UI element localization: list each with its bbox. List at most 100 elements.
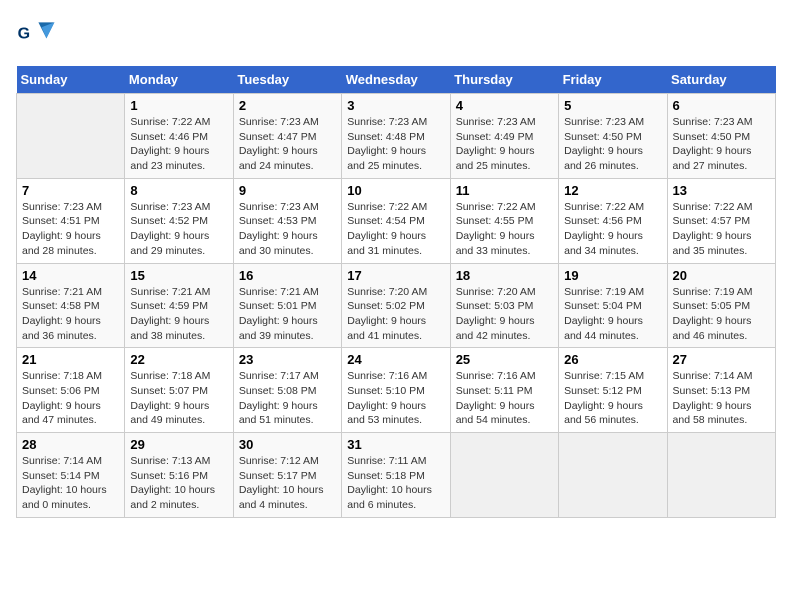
day-number: 19 [564, 268, 661, 283]
day-detail: Sunrise: 7:23 AM Sunset: 4:50 PM Dayligh… [673, 115, 770, 174]
day-number: 26 [564, 352, 661, 367]
calendar-cell: 11 Sunrise: 7:22 AM Sunset: 4:55 PM Dayl… [450, 178, 558, 263]
day-detail: Sunrise: 7:11 AM Sunset: 5:18 PM Dayligh… [347, 454, 444, 513]
svg-text:G: G [18, 25, 30, 42]
day-detail: Sunrise: 7:22 AM Sunset: 4:56 PM Dayligh… [564, 200, 661, 259]
day-header-friday: Friday [559, 66, 667, 94]
day-header-wednesday: Wednesday [342, 66, 450, 94]
calendar-cell: 26 Sunrise: 7:15 AM Sunset: 5:12 PM Dayl… [559, 348, 667, 433]
logo-icon: G [16, 16, 56, 56]
day-number: 29 [130, 437, 227, 452]
day-number: 22 [130, 352, 227, 367]
day-header-monday: Monday [125, 66, 233, 94]
week-row-4: 21 Sunrise: 7:18 AM Sunset: 5:06 PM Dayl… [17, 348, 776, 433]
calendar-cell: 31 Sunrise: 7:11 AM Sunset: 5:18 PM Dayl… [342, 433, 450, 518]
day-detail: Sunrise: 7:14 AM Sunset: 5:14 PM Dayligh… [22, 454, 119, 513]
calendar-cell: 18 Sunrise: 7:20 AM Sunset: 5:03 PM Dayl… [450, 263, 558, 348]
calendar-cell: 16 Sunrise: 7:21 AM Sunset: 5:01 PM Dayl… [233, 263, 341, 348]
calendar-cell: 5 Sunrise: 7:23 AM Sunset: 4:50 PM Dayli… [559, 94, 667, 179]
day-number: 30 [239, 437, 336, 452]
day-detail: Sunrise: 7:22 AM Sunset: 4:46 PM Dayligh… [130, 115, 227, 174]
day-number: 17 [347, 268, 444, 283]
calendar-cell [559, 433, 667, 518]
day-detail: Sunrise: 7:14 AM Sunset: 5:13 PM Dayligh… [673, 369, 770, 428]
day-detail: Sunrise: 7:12 AM Sunset: 5:17 PM Dayligh… [239, 454, 336, 513]
day-detail: Sunrise: 7:20 AM Sunset: 5:02 PM Dayligh… [347, 285, 444, 344]
day-number: 13 [673, 183, 770, 198]
day-number: 27 [673, 352, 770, 367]
day-number: 6 [673, 98, 770, 113]
day-detail: Sunrise: 7:23 AM Sunset: 4:49 PM Dayligh… [456, 115, 553, 174]
day-detail: Sunrise: 7:17 AM Sunset: 5:08 PM Dayligh… [239, 369, 336, 428]
calendar-cell: 29 Sunrise: 7:13 AM Sunset: 5:16 PM Dayl… [125, 433, 233, 518]
calendar-cell: 24 Sunrise: 7:16 AM Sunset: 5:10 PM Dayl… [342, 348, 450, 433]
day-detail: Sunrise: 7:23 AM Sunset: 4:53 PM Dayligh… [239, 200, 336, 259]
week-row-3: 14 Sunrise: 7:21 AM Sunset: 4:58 PM Dayl… [17, 263, 776, 348]
day-detail: Sunrise: 7:23 AM Sunset: 4:51 PM Dayligh… [22, 200, 119, 259]
day-number: 4 [456, 98, 553, 113]
day-number: 12 [564, 183, 661, 198]
day-header-sunday: Sunday [17, 66, 125, 94]
day-detail: Sunrise: 7:18 AM Sunset: 5:06 PM Dayligh… [22, 369, 119, 428]
day-number: 23 [239, 352, 336, 367]
day-detail: Sunrise: 7:19 AM Sunset: 5:05 PM Dayligh… [673, 285, 770, 344]
calendar-cell: 2 Sunrise: 7:23 AM Sunset: 4:47 PM Dayli… [233, 94, 341, 179]
day-detail: Sunrise: 7:23 AM Sunset: 4:52 PM Dayligh… [130, 200, 227, 259]
day-number: 25 [456, 352, 553, 367]
calendar-cell: 28 Sunrise: 7:14 AM Sunset: 5:14 PM Dayl… [17, 433, 125, 518]
calendar-table: SundayMondayTuesdayWednesdayThursdayFrid… [16, 66, 776, 518]
day-number: 14 [22, 268, 119, 283]
day-header-tuesday: Tuesday [233, 66, 341, 94]
calendar-cell: 22 Sunrise: 7:18 AM Sunset: 5:07 PM Dayl… [125, 348, 233, 433]
page-header: G [16, 16, 776, 56]
calendar-cell [17, 94, 125, 179]
calendar-cell: 27 Sunrise: 7:14 AM Sunset: 5:13 PM Dayl… [667, 348, 775, 433]
logo: G [16, 16, 60, 56]
calendar-cell: 8 Sunrise: 7:23 AM Sunset: 4:52 PM Dayli… [125, 178, 233, 263]
day-detail: Sunrise: 7:20 AM Sunset: 5:03 PM Dayligh… [456, 285, 553, 344]
day-number: 18 [456, 268, 553, 283]
calendar-cell [667, 433, 775, 518]
day-number: 1 [130, 98, 227, 113]
day-detail: Sunrise: 7:15 AM Sunset: 5:12 PM Dayligh… [564, 369, 661, 428]
day-number: 24 [347, 352, 444, 367]
calendar-cell: 12 Sunrise: 7:22 AM Sunset: 4:56 PM Dayl… [559, 178, 667, 263]
calendar-cell: 23 Sunrise: 7:17 AM Sunset: 5:08 PM Dayl… [233, 348, 341, 433]
day-number: 20 [673, 268, 770, 283]
calendar-cell: 20 Sunrise: 7:19 AM Sunset: 5:05 PM Dayl… [667, 263, 775, 348]
day-number: 16 [239, 268, 336, 283]
day-number: 10 [347, 183, 444, 198]
day-detail: Sunrise: 7:18 AM Sunset: 5:07 PM Dayligh… [130, 369, 227, 428]
calendar-cell: 4 Sunrise: 7:23 AM Sunset: 4:49 PM Dayli… [450, 94, 558, 179]
calendar-cell: 19 Sunrise: 7:19 AM Sunset: 5:04 PM Dayl… [559, 263, 667, 348]
calendar-cell: 9 Sunrise: 7:23 AM Sunset: 4:53 PM Dayli… [233, 178, 341, 263]
calendar-cell: 14 Sunrise: 7:21 AM Sunset: 4:58 PM Dayl… [17, 263, 125, 348]
calendar-cell: 3 Sunrise: 7:23 AM Sunset: 4:48 PM Dayli… [342, 94, 450, 179]
day-number: 28 [22, 437, 119, 452]
week-row-2: 7 Sunrise: 7:23 AM Sunset: 4:51 PM Dayli… [17, 178, 776, 263]
day-number: 21 [22, 352, 119, 367]
day-detail: Sunrise: 7:16 AM Sunset: 5:10 PM Dayligh… [347, 369, 444, 428]
day-detail: Sunrise: 7:22 AM Sunset: 4:57 PM Dayligh… [673, 200, 770, 259]
calendar-cell: 25 Sunrise: 7:16 AM Sunset: 5:11 PM Dayl… [450, 348, 558, 433]
day-number: 7 [22, 183, 119, 198]
day-number: 11 [456, 183, 553, 198]
calendar-cell: 15 Sunrise: 7:21 AM Sunset: 4:59 PM Dayl… [125, 263, 233, 348]
calendar-cell: 10 Sunrise: 7:22 AM Sunset: 4:54 PM Dayl… [342, 178, 450, 263]
calendar-cell: 7 Sunrise: 7:23 AM Sunset: 4:51 PM Dayli… [17, 178, 125, 263]
week-row-5: 28 Sunrise: 7:14 AM Sunset: 5:14 PM Dayl… [17, 433, 776, 518]
day-detail: Sunrise: 7:23 AM Sunset: 4:47 PM Dayligh… [239, 115, 336, 174]
day-detail: Sunrise: 7:21 AM Sunset: 4:59 PM Dayligh… [130, 285, 227, 344]
calendar-cell: 21 Sunrise: 7:18 AM Sunset: 5:06 PM Dayl… [17, 348, 125, 433]
day-number: 3 [347, 98, 444, 113]
calendar-cell [450, 433, 558, 518]
calendar-cell: 17 Sunrise: 7:20 AM Sunset: 5:02 PM Dayl… [342, 263, 450, 348]
day-number: 15 [130, 268, 227, 283]
day-number: 5 [564, 98, 661, 113]
day-detail: Sunrise: 7:21 AM Sunset: 5:01 PM Dayligh… [239, 285, 336, 344]
day-detail: Sunrise: 7:21 AM Sunset: 4:58 PM Dayligh… [22, 285, 119, 344]
day-detail: Sunrise: 7:23 AM Sunset: 4:50 PM Dayligh… [564, 115, 661, 174]
day-detail: Sunrise: 7:23 AM Sunset: 4:48 PM Dayligh… [347, 115, 444, 174]
day-number: 31 [347, 437, 444, 452]
day-detail: Sunrise: 7:19 AM Sunset: 5:04 PM Dayligh… [564, 285, 661, 344]
